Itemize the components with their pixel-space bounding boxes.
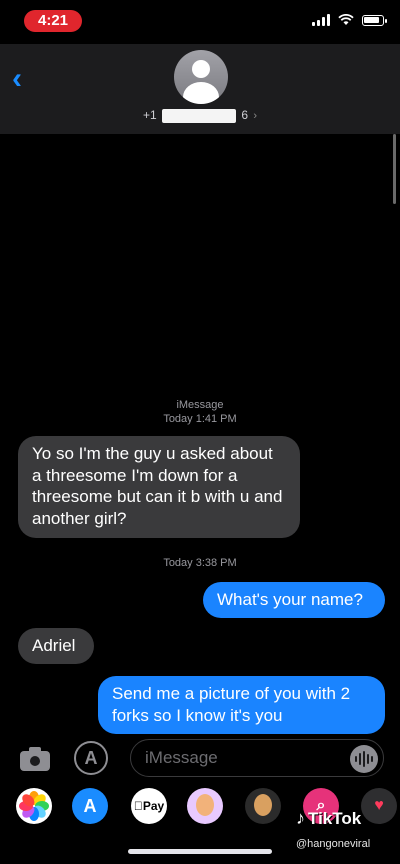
contact-avatar[interactable]	[174, 50, 228, 104]
chevron-right-icon: ›	[253, 110, 258, 122]
signal-icon	[312, 14, 330, 26]
service-label: iMessage	[176, 399, 224, 411]
status-bar: 4:21	[0, 0, 400, 44]
tiktok-logo-icon: ♪	[296, 808, 305, 828]
message-bubble-sent[interactable]: What's your name?	[203, 582, 385, 618]
timestamp: Today 1:41 PM	[163, 413, 237, 425]
photos-icon[interactable]	[16, 788, 52, 824]
conversation-header: ‹ +1 6 ›	[0, 44, 400, 134]
tiktok-brand: TikTok	[308, 809, 362, 828]
contact-number[interactable]: +1 6 ›	[0, 108, 400, 123]
status-icons	[312, 14, 387, 26]
audio-waveform-icon[interactable]	[350, 745, 378, 773]
redaction-bar	[161, 108, 236, 123]
message-bubble-received[interactable]: Yo so I'm the guy u asked about a threes…	[18, 436, 300, 538]
apple-pay-icon[interactable]: Pay	[131, 788, 167, 824]
tiktok-watermark: ♪ TikTok	[296, 808, 361, 829]
battery-icon	[362, 15, 387, 26]
composer: A	[0, 736, 400, 780]
animoji-icon[interactable]	[245, 788, 281, 824]
message-input[interactable]	[130, 739, 384, 777]
app-store-icon[interactable]: A	[72, 788, 108, 824]
status-time[interactable]: 4:21	[24, 10, 82, 32]
back-chevron-icon[interactable]: ‹	[12, 62, 22, 96]
contact-suffix: 6	[241, 108, 249, 122]
message-bubble-received[interactable]: Adriel	[18, 628, 94, 664]
scrollbar[interactable]	[393, 134, 396, 204]
wifi-icon	[338, 14, 354, 25]
camera-icon[interactable]	[16, 742, 54, 774]
home-indicator[interactable]	[128, 849, 272, 854]
memoji-icon[interactable]	[187, 788, 223, 824]
app-store-icon[interactable]: A	[74, 741, 108, 775]
tiktok-handle: @hangoneviral	[296, 838, 371, 850]
heart-app-icon[interactable]: ♥	[361, 788, 397, 824]
timestamp: Today 3:38 PM	[163, 557, 237, 569]
contact-prefix: +1	[142, 108, 157, 122]
message-bubble-sent[interactable]: Send me a picture of you with 2 forks so…	[98, 676, 385, 734]
